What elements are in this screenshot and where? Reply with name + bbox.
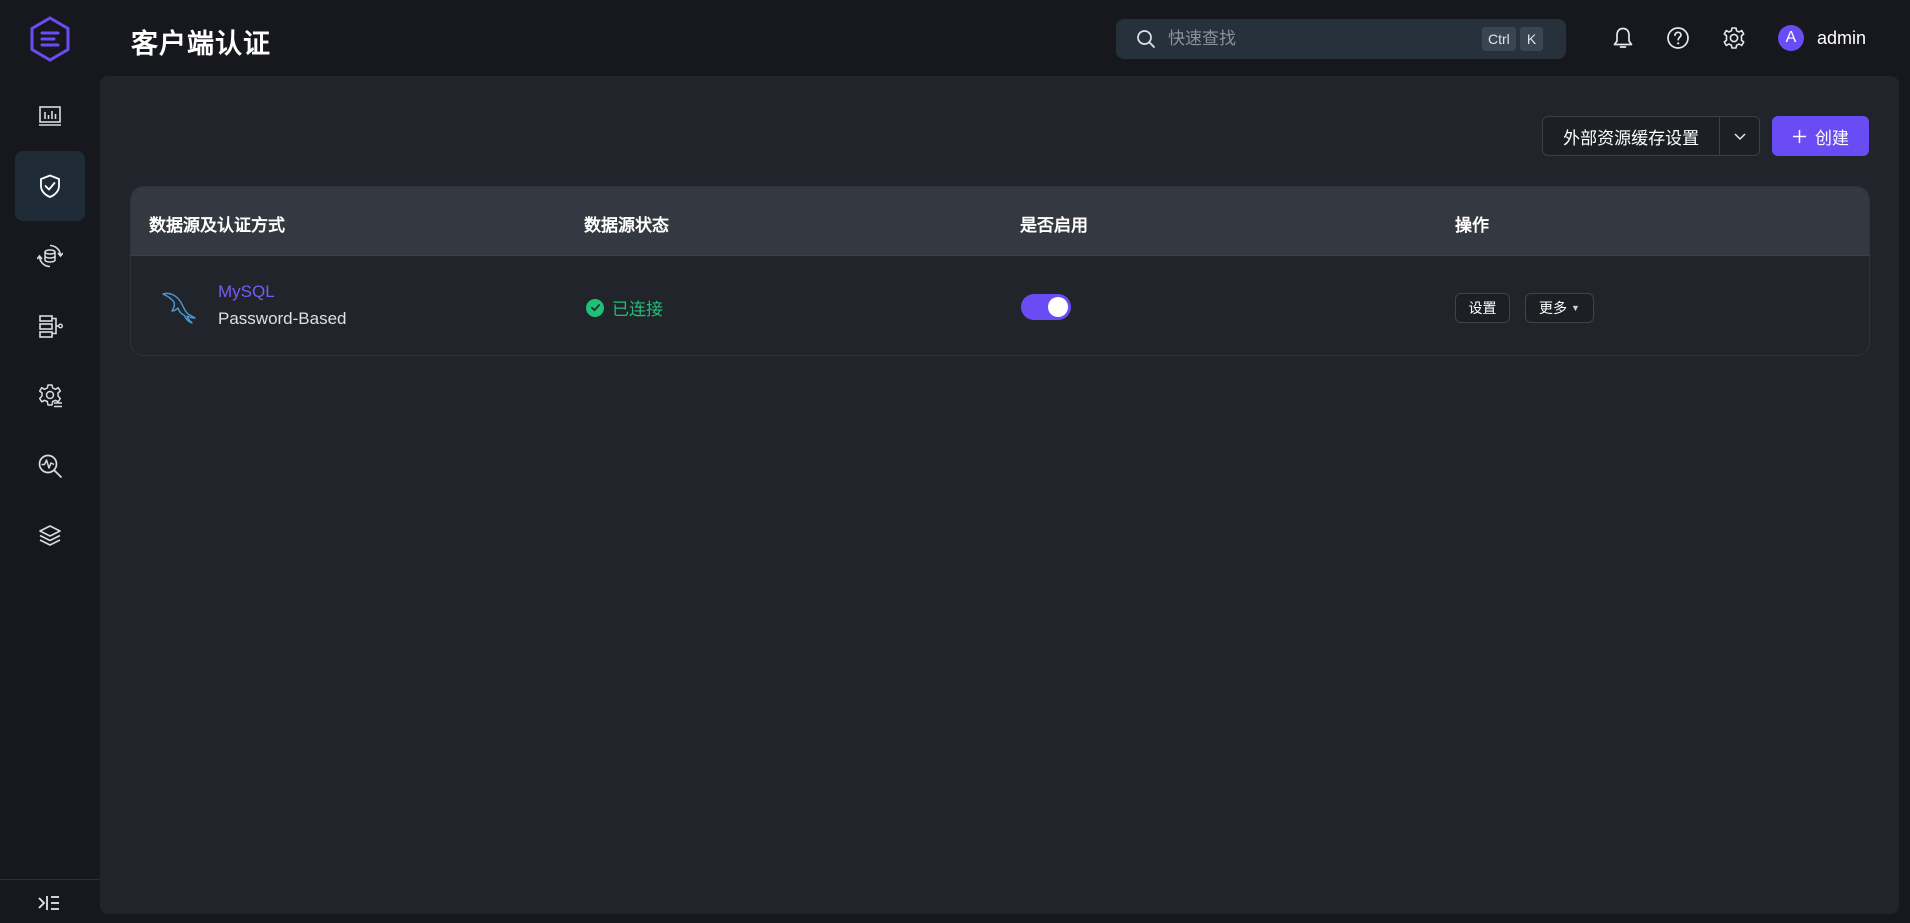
user-menu[interactable]: A admin xyxy=(1778,24,1866,52)
sidebar-item-management[interactable] xyxy=(15,361,85,431)
sidebar-item-diagnose[interactable] xyxy=(15,431,85,501)
sidebar-collapse-button[interactable] xyxy=(34,891,64,915)
page-title: 客户端认证 xyxy=(131,29,271,59)
external-cache-dropdown-toggle[interactable] xyxy=(1719,117,1759,155)
mysql-dolphin-icon xyxy=(162,292,196,324)
username: admin xyxy=(1817,27,1867,48)
quick-search[interactable]: Ctrl K xyxy=(1116,19,1566,59)
top-header: 客户端认证 Ctrl K xyxy=(100,0,1910,76)
bell-icon xyxy=(1613,27,1633,48)
search-pulse-icon xyxy=(38,454,62,478)
help-circle-icon xyxy=(1667,27,1689,49)
toggle-knob xyxy=(1048,297,1068,317)
table-row: MySQL Password-Based 已连接 设置 更多 ▼ xyxy=(131,256,1869,355)
sidebar-item-extensions[interactable] xyxy=(15,501,85,571)
table-header: 数据源及认证方式 数据源状态 是否启用 操作 xyxy=(131,187,1869,256)
sidebar-divider xyxy=(0,879,100,880)
external-cache-settings-button[interactable]: 外部资源缓存设置 xyxy=(1543,117,1719,155)
app-root: 客户端认证 Ctrl K xyxy=(0,0,1910,923)
sidebar-item-access-control[interactable] xyxy=(15,151,85,221)
sidebar-item-sync[interactable] xyxy=(15,221,85,291)
caret-down-icon: ▼ xyxy=(1571,303,1580,313)
column-header-enabled: 是否启用 xyxy=(1020,216,1088,235)
create-button[interactable]: 创建 xyxy=(1772,116,1869,156)
external-cache-split-button: 外部资源缓存设置 xyxy=(1542,116,1760,156)
gear-icon xyxy=(38,384,62,408)
shortcut-ctrl-key: Ctrl xyxy=(1482,27,1516,51)
enabled-toggle[interactable] xyxy=(1021,294,1071,320)
create-button-label: 创建 xyxy=(1815,128,1849,148)
database-sync-icon xyxy=(37,244,63,268)
column-header-status: 数据源状态 xyxy=(584,216,669,235)
status-text: 已连接 xyxy=(612,300,663,319)
sidebar-item-dashboard[interactable] xyxy=(15,81,85,151)
gear-icon xyxy=(1723,27,1745,49)
search-input[interactable] xyxy=(1168,29,1468,49)
notifications-button[interactable] xyxy=(1608,23,1638,53)
check-circle-icon xyxy=(586,298,604,317)
sidebar-item-data-integration[interactable] xyxy=(15,291,85,361)
column-header-actions: 操作 xyxy=(1455,216,1489,235)
flow-icon xyxy=(39,315,63,338)
auth-method: Password-Based xyxy=(218,309,347,328)
shortcut-k-key: K xyxy=(1520,27,1543,51)
chevron-down-icon xyxy=(1734,133,1746,141)
layers-icon xyxy=(39,525,61,546)
settings-button[interactable] xyxy=(1719,23,1749,53)
shield-check-icon xyxy=(40,174,60,198)
column-header-datasource: 数据源及认证方式 xyxy=(149,216,285,235)
datasource-name-link[interactable]: MySQL xyxy=(218,282,275,302)
collapse-menu-icon xyxy=(38,896,59,910)
search-icon xyxy=(1137,30,1155,48)
plus-icon xyxy=(1792,129,1807,143)
sidebar xyxy=(0,0,100,923)
main-panel: 外部资源缓存设置 创建 数据源及认证方式 数据源状态 是否启用 操作 MySQL… xyxy=(100,76,1899,914)
app-logo[interactable] xyxy=(28,15,72,63)
chart-icon xyxy=(39,106,61,126)
more-dropdown-button[interactable]: 更多 ▼ xyxy=(1525,293,1594,323)
settings-button[interactable]: 设置 xyxy=(1455,293,1510,323)
avatar: A xyxy=(1778,25,1804,51)
help-button[interactable] xyxy=(1663,23,1693,53)
status-badge: 已连接 xyxy=(586,295,663,320)
auth-table: 数据源及认证方式 数据源状态 是否启用 操作 MySQL Password-Ba… xyxy=(130,186,1870,356)
more-button-label: 更多 xyxy=(1539,300,1568,316)
